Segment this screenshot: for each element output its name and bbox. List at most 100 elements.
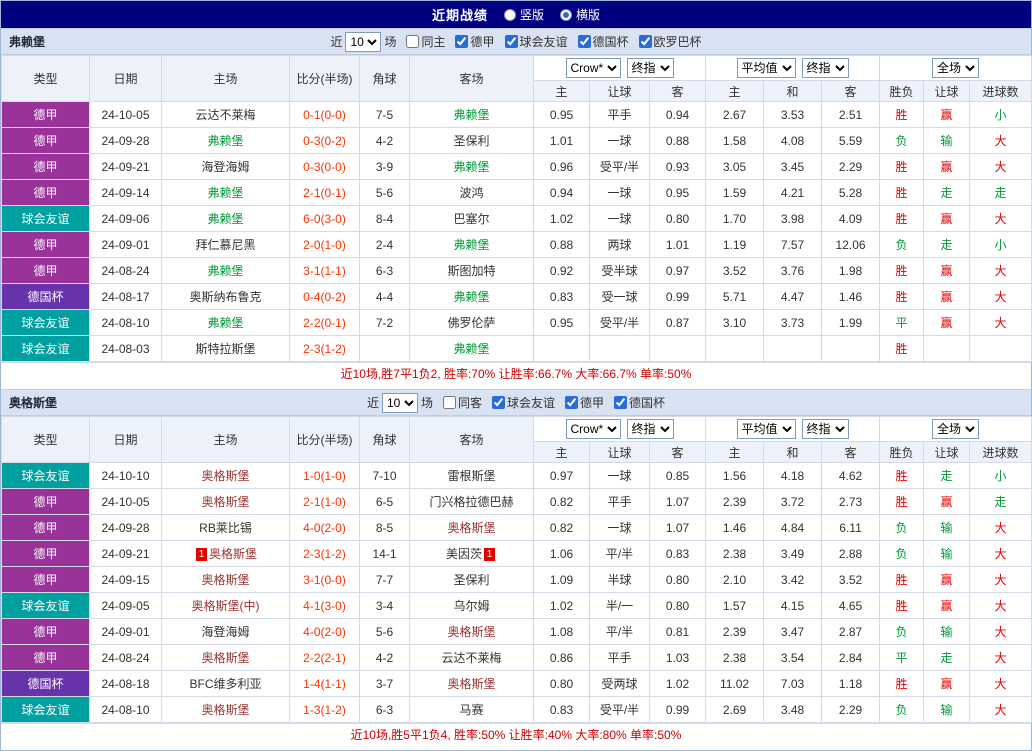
asia-stage-select[interactable]: 终指: [626, 58, 674, 78]
filter-checkbox-3[interactable]: 德国杯: [614, 394, 665, 411]
checkbox-icon[interactable]: [504, 35, 518, 48]
layout-radio-horizontal[interactable]: 横版: [560, 6, 600, 23]
euro-home-odds: 3.05: [705, 153, 765, 180]
result-handicap: 赢: [923, 566, 971, 593]
filter-checkbox-1[interactable]: 球会友谊: [492, 394, 555, 411]
date-cell: 24-09-05: [89, 592, 162, 619]
home-team-cell: 奥格斯堡(中): [161, 592, 290, 619]
match-row: 德甲 24-10-05 云达不莱梅 0-1(0-0) 7-5 弗赖堡 0.95 平手 0.94 2…: [1, 101, 1032, 128]
bookmaker-select[interactable]: Crow*: [565, 58, 621, 78]
results-table: 类型 日期 主场 比分(半场) 角球 客场 Crow* 终指 平均值 终指 全场主让球客主和客胜负让…: [1, 416, 1032, 723]
checkbox-icon[interactable]: [455, 35, 469, 48]
asia-away-odds: 1.07: [648, 488, 707, 515]
team-name: 马赛: [459, 703, 484, 717]
filter-checkbox-0[interactable]: 同客: [442, 394, 482, 411]
filter-checkbox-2[interactable]: 德甲: [565, 394, 604, 411]
corners-cell: 7-7: [359, 566, 410, 593]
team-section: 奥格斯堡近 10 场同客 球会友谊 德甲 德国杯 类型 日期 主场 比分(半场) 角球 客场 Crow*…: [1, 389, 1032, 746]
team-name: 云达不莱梅: [441, 651, 502, 665]
filter-checkbox-3[interactable]: 德国杯: [577, 33, 629, 50]
asia-odds-header: Crow* 终指: [532, 416, 707, 442]
euro-away-odds: 2.29: [821, 153, 881, 180]
results-table: 类型 日期 主场 比分(半场) 角球 客场 Crow* 终指 平均值 终指 全场主让球客主和客胜负让…: [1, 55, 1032, 362]
result-goals: 大: [969, 566, 1032, 593]
col-header-euro-draw: 和: [763, 80, 823, 102]
euro-home-odds: 1.59: [705, 179, 765, 206]
date-cell: 24-09-15: [89, 566, 162, 593]
team-name: 奥格斯堡: [201, 573, 250, 587]
filter-checkbox-1[interactable]: 德甲: [455, 33, 495, 50]
col-header-type: 类型: [1, 416, 90, 463]
team-name: 奥格斯堡: [447, 625, 496, 639]
layout-radio-vertical[interactable]: 竖版: [503, 6, 544, 23]
col-header-asia-home: 主: [533, 80, 590, 102]
score-cell: 2-1(1-0): [289, 488, 360, 515]
away-team-cell: 波鸿: [409, 179, 534, 206]
home-team-cell: 斯特拉斯堡: [161, 335, 290, 362]
score-cell: 0-1(0-0): [289, 101, 360, 128]
corners-cell: 8-4: [359, 205, 410, 232]
asia-away-odds: 0.87: [648, 309, 707, 336]
col-header-away: 客场: [409, 416, 534, 463]
checkbox-icon[interactable]: [406, 35, 420, 48]
col-header-euro-draw: 和: [763, 441, 823, 463]
checkbox-icon[interactable]: [577, 35, 591, 48]
result-handicap: 输: [923, 540, 971, 567]
asia-away-odds: 1.07: [648, 514, 707, 541]
checkbox-icon[interactable]: [565, 396, 579, 409]
result-outcome: 胜: [879, 592, 925, 619]
euro-draw-odds: 3.73: [763, 309, 823, 336]
recent-count-select[interactable]: 10: [345, 31, 382, 52]
bookmaker-select[interactable]: Crow*: [565, 419, 621, 439]
radio-icon[interactable]: [503, 8, 516, 21]
euro-stage-select[interactable]: 终指: [801, 419, 849, 439]
result-handicap: 走: [923, 179, 971, 206]
euro-draw-odds: 4.08: [763, 127, 823, 154]
result-goals: 走: [969, 179, 1032, 206]
scope-select[interactable]: 全场: [932, 419, 980, 439]
checkbox-icon[interactable]: [638, 35, 652, 48]
handicap-line: 受一球: [589, 283, 650, 310]
euro-odds-header: 平均值 终指: [705, 55, 881, 81]
euro-home-odds: 2.39: [705, 488, 765, 515]
score-cell: 4-0(2-0): [289, 618, 360, 645]
date-cell: 24-09-21: [89, 540, 162, 567]
filter-checkbox-0[interactable]: 同主: [406, 33, 445, 50]
checkbox-icon[interactable]: [614, 396, 628, 409]
checkbox-icon[interactable]: [492, 396, 505, 409]
result-goals: 大: [969, 644, 1032, 671]
handicap-line: 平/半: [589, 540, 650, 567]
corners-cell: 4-4: [359, 283, 410, 310]
euro-company-select[interactable]: 平均值: [736, 419, 796, 439]
corners-cell: 6-5: [359, 488, 410, 515]
euro-away-odds: 2.73: [821, 488, 881, 515]
filter-checkbox-2[interactable]: 球会友谊: [504, 33, 568, 50]
recent-count-select[interactable]: 10: [381, 392, 418, 413]
checkbox-icon[interactable]: [442, 396, 456, 409]
radio-icon[interactable]: [560, 8, 572, 21]
filter-checkbox-4[interactable]: 欧罗巴杯: [638, 33, 702, 50]
date-cell: 24-10-10: [89, 462, 162, 489]
col-header-score: 比分(半场): [289, 55, 360, 102]
asia-stage-select[interactable]: 终指: [626, 419, 674, 439]
asia-away-odds: 0.99: [648, 696, 707, 723]
euro-home-odds: 2.39: [705, 618, 765, 645]
league-cell: 德甲: [1, 179, 90, 206]
scope-select[interactable]: 全场: [932, 58, 980, 78]
home-team-cell: 奥格斯堡: [161, 644, 290, 671]
euro-draw-odds: 4.47: [763, 283, 823, 310]
home-team-cell: BFC维多利亚: [161, 670, 290, 697]
match-row: 德甲 24-09-15 奥格斯堡 3-1(0-0) 7-7 圣保利 1.09 半球 0.80 2.…: [1, 566, 1032, 593]
score-cell: 4-0(2-0): [289, 514, 360, 541]
euro-stage-select[interactable]: 终指: [801, 58, 849, 78]
result-outcome: 胜: [879, 488, 925, 515]
euro-draw-odds: 3.49: [763, 540, 823, 567]
match-row: 德国杯 24-08-17 奥斯纳布鲁克 0-4(0-2) 4-4 弗赖堡 0.83 受一球 0.…: [1, 283, 1032, 310]
asia-home-odds: 0.96: [533, 153, 590, 180]
euro-company-select[interactable]: 平均值: [736, 58, 796, 78]
league-cell: 球会友谊: [1, 696, 90, 723]
team-name: 雷根斯堡: [447, 469, 496, 483]
score-cell: 4-1(3-0): [289, 592, 360, 619]
date-cell: 24-08-24: [89, 644, 162, 671]
result-goals: 大: [969, 309, 1032, 336]
